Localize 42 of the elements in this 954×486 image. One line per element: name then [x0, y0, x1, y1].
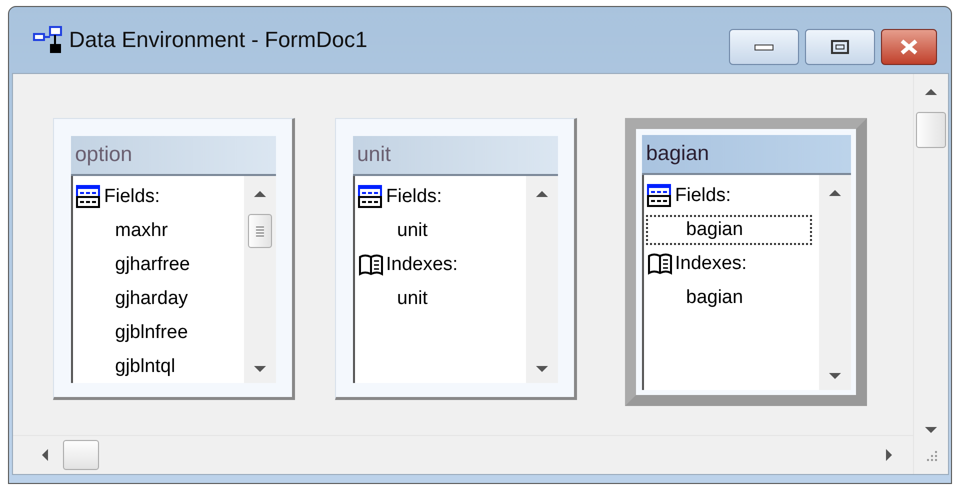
scrollbar[interactable]: [526, 176, 558, 383]
section-label: Fields:: [104, 186, 160, 208]
table-name: unit: [353, 136, 558, 176]
diagram-icon: [33, 26, 63, 54]
scroll-down-icon[interactable]: [828, 372, 842, 380]
scroll-thumb[interactable]: [63, 440, 99, 470]
section-label: Fields:: [675, 185, 731, 207]
book-icon: [647, 252, 673, 276]
minimize-button[interactable]: [729, 29, 799, 65]
scroll-down-icon[interactable]: [535, 365, 549, 373]
scroll-down-icon[interactable]: [253, 365, 267, 373]
scroll-thumb[interactable]: [248, 214, 272, 248]
table-window[interactable]: option Fields: maxhr gjharfree gjharday gjblnfree gjblntql: [53, 118, 295, 400]
window-title: Data Environment - FormDoc1: [69, 27, 368, 53]
table-window[interactable]: unit Fields: unit Indexes: unit: [335, 118, 577, 400]
section-label: Indexes:: [675, 253, 747, 275]
scrollbar[interactable]: [819, 175, 851, 390]
scroll-up-icon[interactable]: [253, 190, 267, 198]
fields-icon: [647, 184, 673, 208]
section-label: Fields:: [386, 186, 442, 208]
maximize-button[interactable]: [805, 29, 875, 65]
resize-grip-icon[interactable]: [924, 448, 938, 462]
section-label: Indexes:: [386, 254, 458, 276]
scroll-left-icon[interactable]: [41, 448, 49, 462]
scroll-up-icon[interactable]: [828, 189, 842, 197]
field-name[interactable]: bagian: [646, 215, 812, 245]
close-button[interactable]: [881, 29, 937, 65]
table-name: bagian: [642, 135, 851, 175]
fields-icon: [358, 185, 384, 209]
scroll-up-icon[interactable]: [924, 88, 938, 96]
table-name: option: [71, 136, 276, 176]
scroll-up-icon[interactable]: [535, 190, 549, 198]
scroll-down-icon[interactable]: [924, 426, 938, 434]
scrollbar[interactable]: [244, 176, 276, 383]
scroll-right-icon[interactable]: [885, 448, 893, 462]
book-icon: [358, 253, 384, 277]
minimize-icon: [754, 42, 774, 52]
fields-icon: [76, 185, 102, 209]
restore-icon: [831, 40, 849, 54]
close-icon: [898, 38, 920, 56]
table-window[interactable]: bagian Fields: bagian Indexes: bagian: [625, 118, 867, 406]
scroll-thumb[interactable]: [916, 112, 946, 148]
